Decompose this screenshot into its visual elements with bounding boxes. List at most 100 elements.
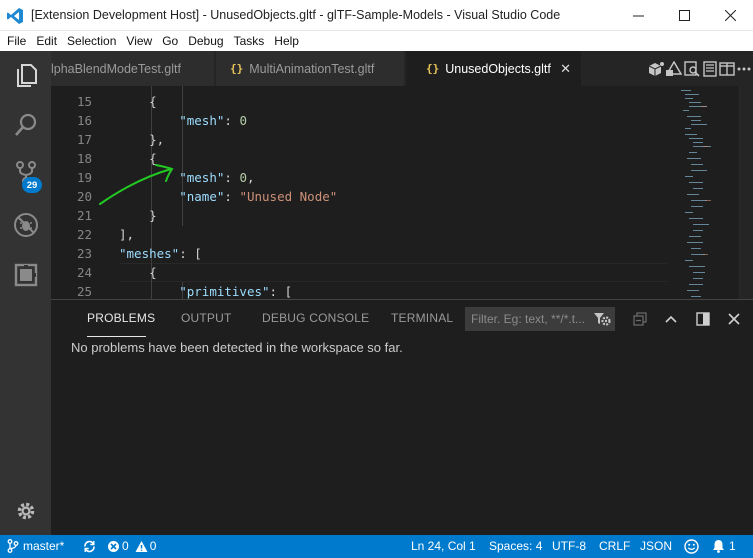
tab-unusedobjects[interactable]: {} UnusedObjects.gltf ✕: [406, 51, 582, 86]
tab-problems[interactable]: PROBLEMS: [87, 311, 155, 325]
line-number: 24: [76, 265, 92, 280]
problems-message: No problems have been detected in the wo…: [71, 340, 403, 355]
compare-button[interactable]: [665, 51, 683, 86]
language-mode[interactable]: JSON: [640, 539, 672, 553]
filter-input[interactable]: [466, 308, 614, 330]
code-line: 25 "primitives": [: [51, 282, 661, 299]
more-actions-button[interactable]: [736, 51, 753, 86]
json-punctuation: ],: [119, 227, 135, 242]
menu-edit[interactable]: Edit: [31, 34, 62, 48]
menu-help[interactable]: Help: [269, 34, 304, 48]
preview-icon: [702, 60, 717, 77]
problems-filter: [465, 307, 615, 331]
code-text: "mesh": 0: [119, 111, 247, 130]
filter-settings-icon[interactable]: [593, 311, 611, 327]
inspect-button[interactable]: [683, 51, 701, 86]
status-bar: master* 0 0 Ln 24, Col 1 Spaces: 4 UTF-8…: [0, 535, 753, 558]
editor-tab-bar: lphaBlendModeTest.gltf {} MultiAnimation…: [51, 51, 753, 86]
annotation-arrow: [99, 164, 174, 205]
close-icon: [728, 313, 740, 325]
minimize-icon: [632, 15, 644, 17]
code-text: {: [119, 92, 157, 111]
tab-alphablendmodetest[interactable]: lphaBlendModeTest.gltf: [51, 51, 215, 86]
line-number: 15: [76, 94, 92, 109]
vscode-window: [Extension Development Host] - UnusedObj…: [0, 0, 753, 558]
bell-icon: [713, 540, 724, 553]
line-number: 19: [76, 170, 92, 185]
shapes-icon: [665, 60, 683, 76]
problems-indicator[interactable]: 0 0: [107, 539, 156, 553]
tab-multianimationtest[interactable]: {} MultiAnimationTest.gltf: [216, 51, 405, 86]
maximize-button[interactable]: [661, 0, 707, 31]
line-number: 22: [76, 227, 92, 242]
menu-view[interactable]: View: [121, 34, 157, 48]
code-text: },: [119, 130, 164, 149]
gltf-preview-button[interactable]: [647, 51, 665, 86]
editor-actions: [647, 51, 753, 86]
tab-output[interactable]: OUTPUT: [181, 311, 232, 325]
open-preview-button[interactable]: [701, 51, 718, 86]
line-number: 20: [76, 189, 92, 204]
feedback-button[interactable]: [684, 539, 699, 554]
menu-tasks[interactable]: Tasks: [229, 34, 270, 48]
notifications-button[interactable]: 1: [712, 539, 736, 553]
settings-button[interactable]: [0, 487, 51, 535]
menu-file[interactable]: File: [2, 34, 31, 48]
indentation-setting[interactable]: Spaces: 4: [489, 539, 542, 553]
title-bar: [Extension Development Host] - UnusedObj…: [0, 0, 753, 31]
json-file-icon: {}: [230, 62, 244, 75]
minimap[interactable]: [661, 86, 741, 299]
code-line: 22],: [51, 225, 661, 244]
code-line: 15 {: [51, 92, 661, 111]
search-button[interactable]: [0, 101, 51, 149]
json-punctuation: {: [149, 94, 157, 109]
tab-terminal[interactable]: TERMINAL: [391, 311, 453, 325]
warning-count: 0: [149, 539, 157, 553]
json-punctuation: :: [224, 189, 240, 204]
json-number: 0: [239, 113, 247, 128]
close-panel-button[interactable]: [723, 308, 745, 330]
cursor-position[interactable]: Ln 24, Col 1: [411, 539, 476, 553]
menu-debug[interactable]: Debug: [183, 34, 228, 48]
extensions-icon: [14, 263, 37, 287]
encoding-setting[interactable]: UTF-8: [552, 539, 586, 553]
extensions-button[interactable]: [0, 251, 51, 299]
tab-label: UnusedObjects.gltf: [445, 61, 551, 76]
line-number: 23: [76, 246, 92, 261]
close-window-button[interactable]: [707, 0, 753, 31]
json-file-icon: {}: [426, 62, 440, 75]
json-punctuation: : [: [179, 246, 202, 261]
smiley-icon: [684, 539, 699, 554]
error-icon: [108, 540, 119, 552]
collapse-all-icon: [633, 312, 647, 326]
branch-indicator[interactable]: master*: [7, 539, 64, 553]
gear-icon: [17, 502, 34, 520]
debug-button[interactable]: [0, 201, 51, 249]
active-tab-indicator: [87, 336, 146, 337]
code-text: ],: [119, 225, 134, 244]
tab-debug-console[interactable]: DEBUG CONSOLE: [262, 311, 369, 325]
menu-selection[interactable]: Selection: [62, 34, 121, 48]
toggle-panel-position-button[interactable]: [692, 308, 714, 330]
minimize-button[interactable]: [615, 0, 661, 31]
tab-close-icon[interactable]: ✕: [560, 61, 571, 77]
collapse-all-button[interactable]: [629, 308, 651, 330]
explorer-button[interactable]: [0, 51, 51, 99]
eol-setting[interactable]: CRLF: [599, 539, 630, 553]
line-number: 16: [76, 113, 92, 128]
split-editor-button[interactable]: [718, 51, 735, 86]
maximize-panel-button[interactable]: [660, 308, 682, 330]
code-line: 23 "meshes": [: [51, 244, 661, 263]
menu-go[interactable]: Go: [157, 34, 183, 48]
code-editor[interactable]: 15 {16 "mesh": 0 17 }, 18 {19 "mesh": 0, 20…: [51, 86, 753, 299]
sync-button[interactable]: [83, 540, 96, 553]
tab-label: MultiAnimationTest.gltf: [249, 61, 375, 76]
tab-label: lphaBlendModeTest.gltf: [51, 61, 181, 76]
debug-icon: [13, 213, 38, 237]
editor-scrollbar[interactable]: [739, 86, 753, 299]
